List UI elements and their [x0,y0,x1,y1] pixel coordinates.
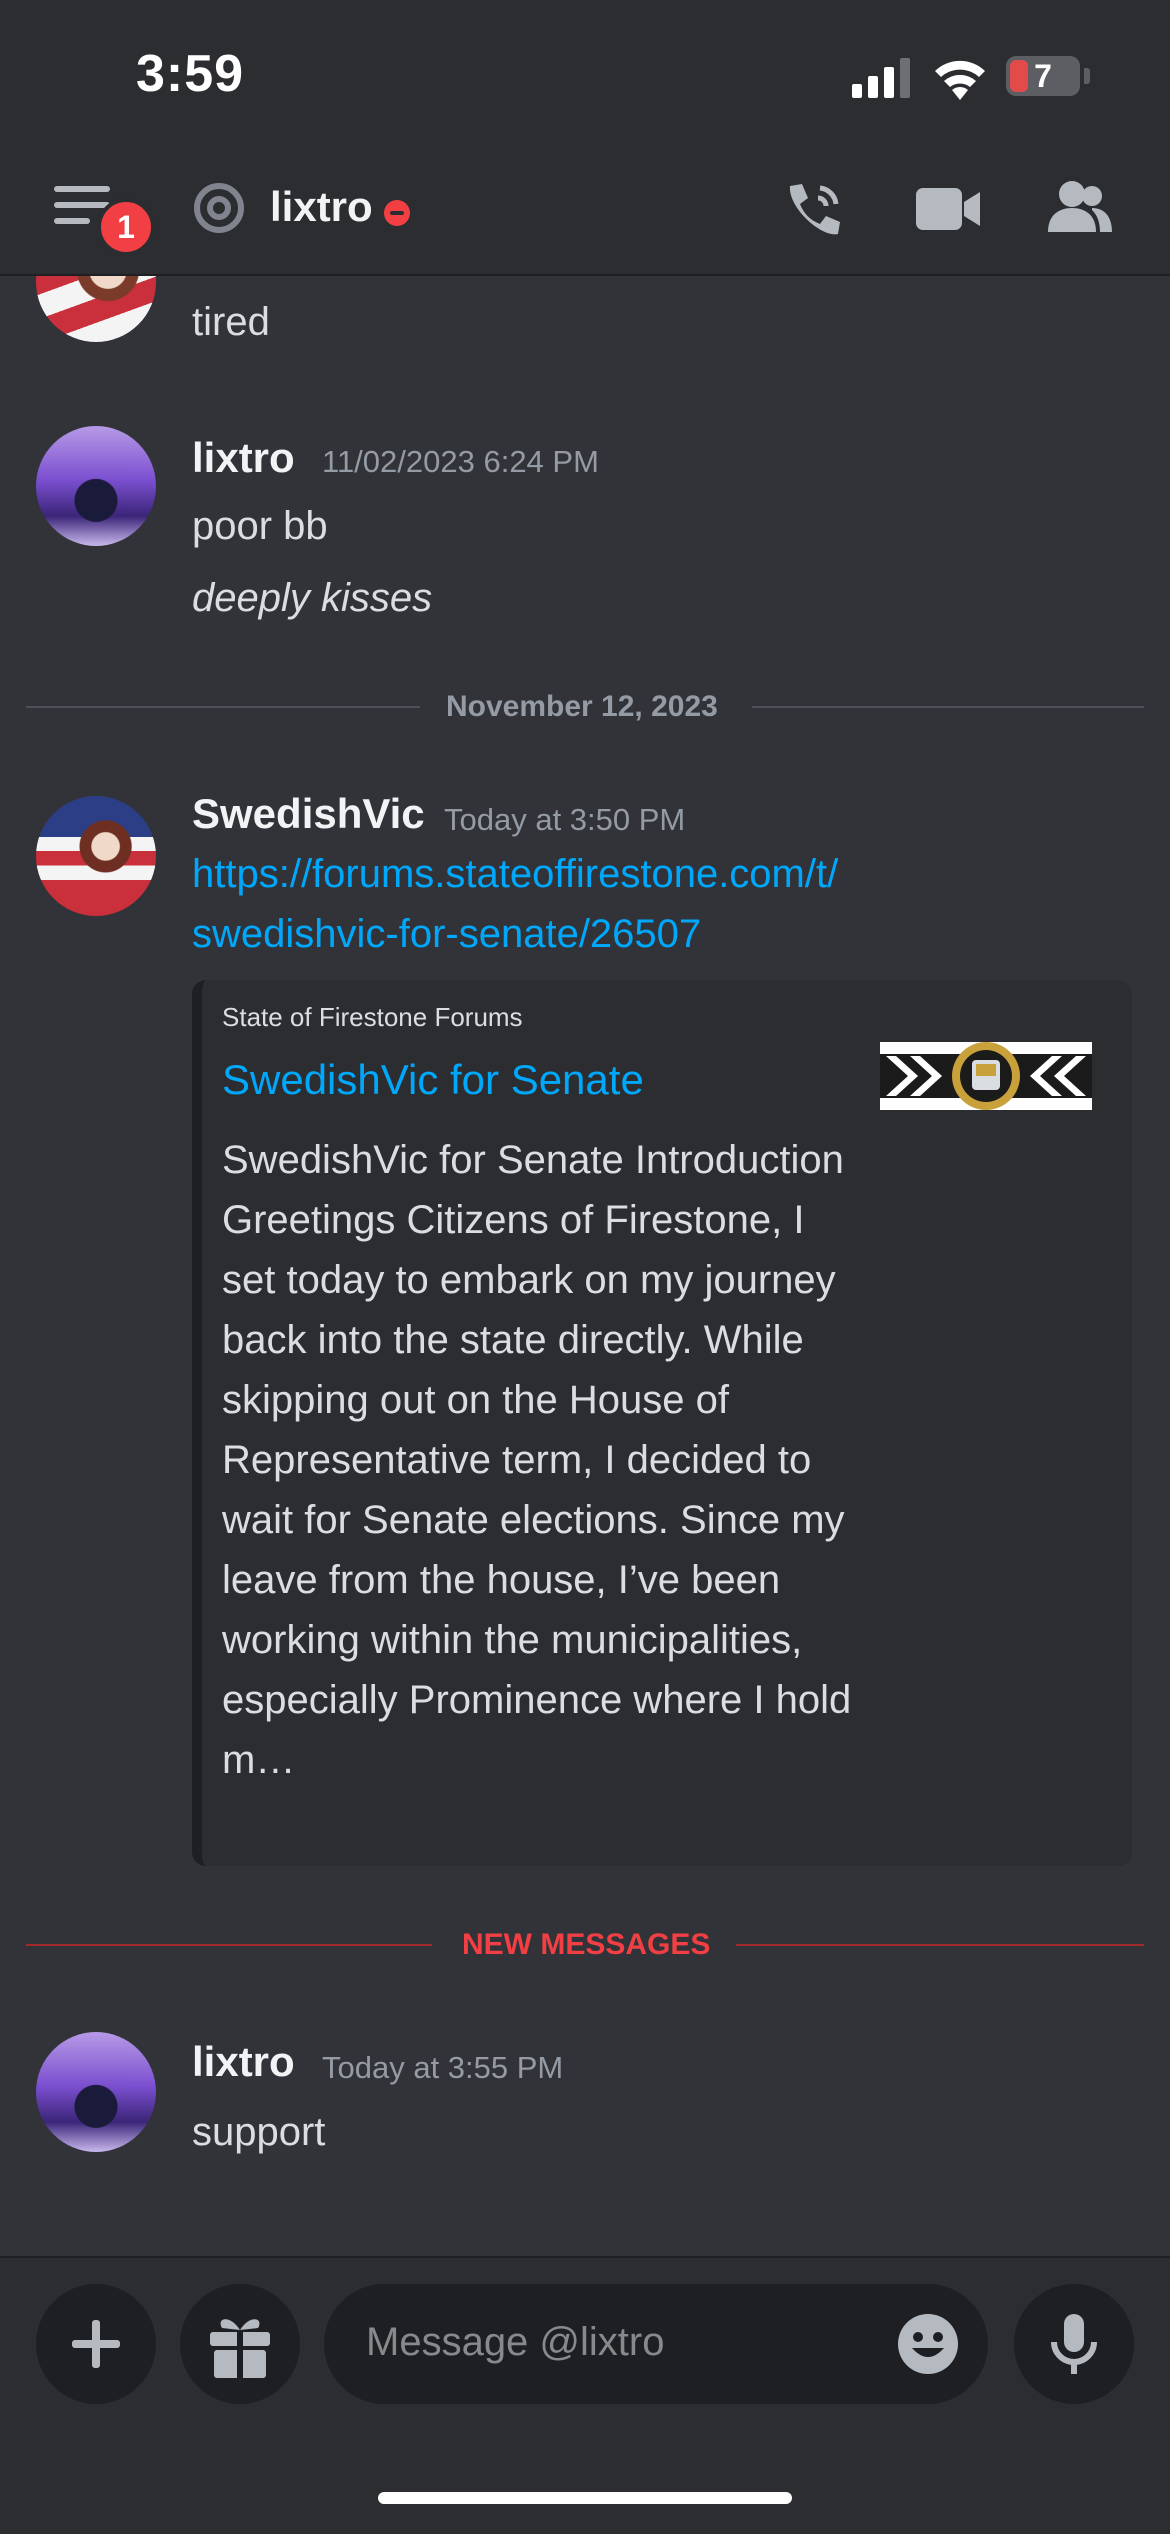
message-timestamp: Today at 3:55 PM [322,2050,564,2085]
message-author[interactable]: lixtro [192,2038,295,2086]
message-input-placeholder[interactable]: Message @lixtro [366,2320,664,2365]
message-author[interactable]: SwedishVic [192,790,425,838]
message-link-line-1[interactable]: https://forums.stateoffirestone.com/t/ [192,844,838,904]
message-timestamp: Today at 3:50 PM [444,802,686,837]
embed-thumbnail[interactable] [880,1042,1092,1110]
gift-button[interactable] [180,2284,300,2404]
message-text: tired [192,300,270,344]
dnd-status-icon [384,200,410,226]
date-divider-line-right [752,706,1144,708]
battery-level: 7 [1034,58,1052,94]
plus-icon [72,2320,120,2368]
emoji-icon[interactable] [896,2312,960,2376]
forum-logo-icon [880,1042,1092,1110]
status-time: 3:59 [136,45,245,103]
video-call-icon[interactable] [916,184,982,234]
channel-header [0,160,1170,276]
battery-tip [1084,68,1090,84]
at-icon [194,183,244,233]
new-messages-divider: NEW MESSAGES [462,1928,711,1961]
message-timestamp: 11/02/2023 6:24 PM [322,444,599,479]
message-text: poor bb [192,504,328,548]
battery-icon: 7 [1006,56,1080,96]
avatar-lixtro[interactable] [36,2032,156,2152]
gift-icon [210,2319,270,2378]
voice-call-icon[interactable] [782,180,844,242]
embed-provider[interactable]: State of Firestone Forums [222,1002,523,1033]
date-divider-line-left [26,706,420,708]
avatar-lixtro[interactable] [36,426,156,546]
date-divider: November 12, 2023 [446,690,718,723]
avatar-swedishvic[interactable] [36,796,156,916]
message-author[interactable]: lixtro [192,434,295,482]
message-text-italic: deeply kisses [192,576,433,620]
signal-icon [852,58,910,98]
home-indicator [378,2492,792,2504]
new-messages-line-left [26,1944,432,1946]
message-text: support [192,2110,326,2154]
embed-description: SwedishVic for Senate Introduction Greet… [222,1138,852,1782]
message-link[interactable]: https://forums.stateoffirestone.com/t/ s… [192,844,838,964]
wifi-icon [935,60,985,100]
add-attachment-button[interactable] [36,2284,156,2404]
notification-badge: 1 [97,198,155,256]
message-link-line-2[interactable]: swedishvic-for-senate/26507 [192,904,838,964]
new-messages-line-right [736,1944,1144,1946]
microphone-icon [1051,2314,1097,2374]
embed-title[interactable]: SwedishVic for Senate [222,1056,644,1104]
voice-message-button[interactable] [1014,2284,1134,2404]
dm-username[interactable]: lixtro [270,183,373,231]
members-icon[interactable] [1048,178,1112,234]
